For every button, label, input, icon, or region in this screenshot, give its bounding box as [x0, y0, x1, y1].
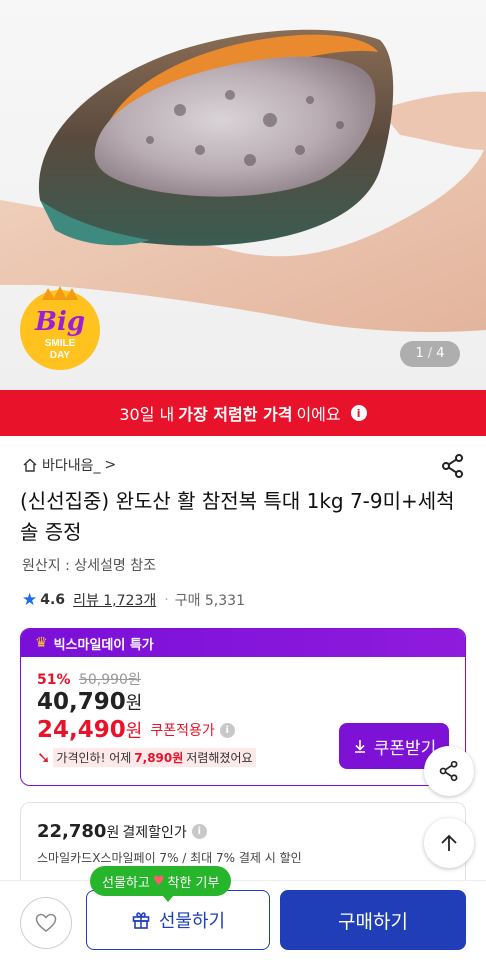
scroll-to-top-button[interactable]: [424, 818, 474, 868]
chevron-right-icon: >: [104, 457, 117, 473]
banner-suffix: 이에요: [296, 405, 341, 424]
bottom-action-bar: 선물하기 구매하기: [0, 880, 486, 960]
price-drop-notice: ➘ 가격인하! 어제 7,890원 저렴해졌어요: [37, 748, 256, 767]
gift-tooltip: 선물하고 ♥ 착한 기부: [90, 866, 232, 902]
payment-price-label: 결제할인가: [122, 824, 187, 841]
get-coupon-label: 쿠폰받기: [373, 738, 437, 759]
price-drop-suffix: 저렴해졌어요: [186, 751, 253, 765]
sale-price: 40,790원: [37, 689, 142, 715]
gift-tooltip-before: 선물하고: [102, 875, 150, 891]
store-link[interactable]: 바다내음_ >: [22, 455, 116, 475]
price-down-arrow-icon: ➘: [37, 748, 51, 767]
purchase-count: 구매 5,331: [174, 593, 245, 609]
rating-score: 4.6: [40, 592, 66, 608]
download-icon: [354, 740, 365, 753]
gift-button-label: 선물하기: [158, 911, 226, 932]
share-icon[interactable]: [440, 453, 466, 479]
buy-button-label: 구매하기: [338, 910, 408, 933]
crown-icon: ♛: [35, 635, 48, 651]
sale-price-value: 40,790: [37, 689, 126, 715]
coupon-price-unit: 원: [125, 721, 143, 742]
payment-price-unit: 원: [106, 824, 120, 841]
rating-separator: ·: [164, 592, 169, 608]
star-icon: ★: [22, 590, 38, 610]
product-image-gallery[interactable]: Big SMILE DAY 1/4: [0, 0, 486, 390]
sale-price-unit: 원: [125, 693, 143, 714]
coupon-price-value: 24,490: [37, 717, 126, 743]
svg-text:DAY: DAY: [50, 350, 71, 361]
deal-header-label: 빅스마일데이 특가: [53, 637, 154, 653]
crown-icon: [42, 286, 78, 300]
info-icon[interactable]: i: [350, 405, 367, 421]
price-drop-highlight: 가격인하! 어제 7,890원 저렴해졌어요: [53, 748, 256, 767]
coupon-price-row: 24,490 원 쿠폰적용가 i: [37, 717, 235, 743]
floating-share-button[interactable]: [424, 746, 474, 796]
gift-tooltip-after: 착한 기부: [167, 875, 220, 891]
buy-button[interactable]: 구매하기: [280, 890, 466, 950]
svg-text:Big: Big: [34, 307, 85, 337]
discount-row: 51% 50,990원: [37, 669, 141, 689]
price-drop-prefix: 가격인하! 어제: [56, 751, 132, 765]
info-icon[interactable]: i: [219, 722, 235, 738]
image-counter-total: 4: [436, 346, 445, 361]
discount-percent: 51%: [37, 672, 71, 688]
image-counter-separator: /: [427, 346, 433, 361]
arrow-up-icon: [441, 834, 457, 851]
payment-price-value: 22,780: [37, 821, 107, 842]
wishlist-button[interactable]: [20, 897, 72, 949]
image-counter: 1/4: [400, 341, 460, 367]
product-title: (신선집중) 완도산 활 참전복 특대 1kg 7-9미+세척 솔 증정: [20, 489, 455, 544]
payment-price-row: 22,780 원 결제할인가 i: [37, 821, 207, 842]
product-origin: 원산지 : 상세설명 참조: [22, 558, 156, 574]
deal-header: ♛ 빅스마일데이 특가: [21, 629, 465, 657]
big-smile-deal-box: ♛ 빅스마일데이 특가 51% 50,990원 40,790원 24,490 원…: [20, 628, 466, 786]
lowest-price-banner[interactable]: 30일 내 가장 저렴한 가격 이에요 i: [0, 390, 486, 436]
info-icon[interactable]: i: [191, 824, 207, 839]
store-name: 바다내음_: [42, 458, 101, 474]
image-counter-current: 1: [415, 346, 424, 361]
banner-prefix: 30일 내: [119, 405, 175, 424]
original-price: 50,990원: [78, 672, 141, 688]
rating-row: ★ 4.6 리뷰 1,723개 · 구매 5,331: [22, 590, 245, 610]
svg-text:SMILE: SMILE: [45, 338, 76, 349]
big-smile-day-badge: Big SMILE DAY: [20, 286, 100, 370]
reviews-link[interactable]: 리뷰 1,723개: [73, 590, 156, 610]
share-icon: [439, 760, 458, 782]
gift-icon: [132, 912, 150, 929]
gift-button[interactable]: 선물하기: [86, 890, 270, 950]
heart-icon: [35, 913, 57, 932]
heart-icon: ♥: [152, 873, 165, 889]
banner-emphasis: 가장 저렴한 가격: [178, 405, 293, 424]
payment-discount-detail: 스마일카드X스마일페이 7% / 최대 7% 결제 시 할인: [37, 851, 302, 865]
coupon-price-label: 쿠폰적용가: [150, 723, 215, 739]
price-drop-amount: 7,890원: [134, 751, 184, 765]
home-icon: [23, 458, 37, 472]
